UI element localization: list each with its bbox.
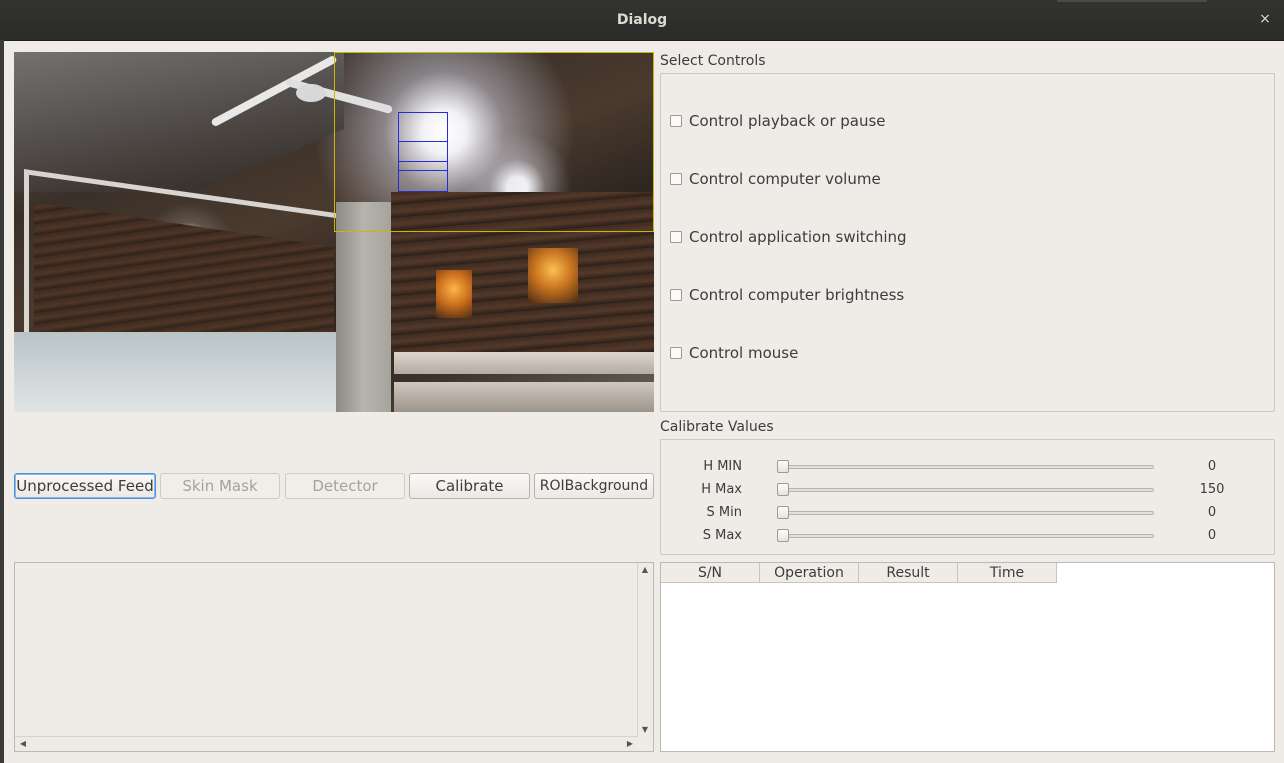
feed-lamp-right xyxy=(528,248,578,303)
control-playback-checkbox[interactable]: Control playback or pause xyxy=(670,111,886,131)
column-header-time[interactable]: Time xyxy=(958,563,1057,583)
scroll-down-icon[interactable]: ▼ xyxy=(638,724,652,736)
feed-ceiling xyxy=(14,52,344,192)
log-horizontal-scrollbar[interactable]: ◀ ▶ xyxy=(15,736,638,751)
log-text-area[interactable]: ▲ ▼ ◀ ▶ xyxy=(14,562,654,752)
checkbox-label: Control mouse xyxy=(689,344,799,362)
slider-label: S Min xyxy=(706,505,742,520)
checkbox-label: Control computer brightness xyxy=(689,286,905,304)
control-mouse-checkbox[interactable]: Control mouse xyxy=(670,343,798,363)
feed-pillar xyxy=(336,202,391,412)
hand-sample-box xyxy=(398,161,448,192)
control-brightness-checkbox[interactable]: Control computer brightness xyxy=(670,285,904,305)
hand-sample-box xyxy=(398,112,448,142)
column-header-operation[interactable]: Operation xyxy=(760,563,859,583)
slider-handle[interactable] xyxy=(777,529,789,542)
control-app-switching-checkbox[interactable]: Control application switching xyxy=(670,227,907,247)
slider-track[interactable] xyxy=(783,465,1154,469)
slider-track[interactable] xyxy=(783,488,1154,492)
slider-track[interactable] xyxy=(783,511,1154,515)
slider-value: 150 xyxy=(1199,482,1225,497)
slider-value: 0 xyxy=(1207,459,1217,474)
checkbox-box[interactable] xyxy=(670,347,682,359)
checkbox-label: Control application switching xyxy=(689,228,907,246)
checkbox-box[interactable] xyxy=(670,173,682,185)
checkbox-box[interactable] xyxy=(670,115,682,127)
window-title: Dialog xyxy=(616,12,668,28)
feed-wall xyxy=(14,332,344,412)
detector-button[interactable]: Detector xyxy=(285,473,405,499)
calibrate-values-title: Calibrate Values xyxy=(660,419,774,435)
feed-fan-hub xyxy=(296,84,326,102)
slider-label: H MIN xyxy=(703,459,742,474)
roi-background-button[interactable]: ROIBackground xyxy=(534,473,654,499)
title-bar: Dialog × xyxy=(0,0,1284,41)
scroll-right-icon[interactable]: ▶ xyxy=(623,738,637,750)
title-bar-accent xyxy=(1057,0,1207,2)
column-header-sn[interactable]: S/N xyxy=(661,563,760,583)
h-min-slider-row: H MIN 0 xyxy=(662,457,1272,477)
slider-label: H Max xyxy=(701,482,742,497)
roi-rectangle xyxy=(334,52,654,232)
slider-handle[interactable] xyxy=(777,483,789,496)
slider-handle[interactable] xyxy=(777,506,789,519)
feed-shelf-lower xyxy=(394,382,654,412)
h-max-slider-row: H Max 150 xyxy=(662,480,1272,500)
feed-shelf xyxy=(394,352,654,374)
slider-value: 0 xyxy=(1207,505,1217,520)
checkbox-label: Control playback or pause xyxy=(689,112,886,130)
slider-track[interactable] xyxy=(783,534,1154,538)
slider-value: 0 xyxy=(1207,528,1217,543)
skin-mask-button[interactable]: Skin Mask xyxy=(160,473,280,499)
control-volume-checkbox[interactable]: Control computer volume xyxy=(670,169,881,189)
slider-label: S Max xyxy=(702,528,742,543)
table-header: S/N Operation Result Time xyxy=(661,563,1057,583)
checkbox-label: Control computer volume xyxy=(689,170,881,188)
close-icon[interactable]: × xyxy=(1256,10,1274,28)
camera-feed xyxy=(14,52,654,412)
s-max-slider-row: S Max 0 xyxy=(662,526,1272,546)
select-controls-title: Select Controls xyxy=(660,53,766,69)
log-vertical-scrollbar[interactable]: ▲ ▼ xyxy=(637,563,653,737)
scroll-up-icon[interactable]: ▲ xyxy=(638,564,652,576)
window-edge xyxy=(0,40,4,763)
calibrate-button[interactable]: Calibrate xyxy=(409,473,530,499)
checkbox-box[interactable] xyxy=(670,289,682,301)
results-table[interactable]: S/N Operation Result Time xyxy=(660,562,1275,752)
checkbox-box[interactable] xyxy=(670,231,682,243)
s-min-slider-row: S Min 0 xyxy=(662,503,1272,523)
unprocessed-feed-button[interactable]: Unprocessed Feed xyxy=(14,473,156,499)
slider-handle[interactable] xyxy=(777,460,789,473)
scroll-left-icon[interactable]: ◀ xyxy=(16,738,30,750)
column-header-result[interactable]: Result xyxy=(859,563,958,583)
feed-lamp xyxy=(436,270,472,318)
